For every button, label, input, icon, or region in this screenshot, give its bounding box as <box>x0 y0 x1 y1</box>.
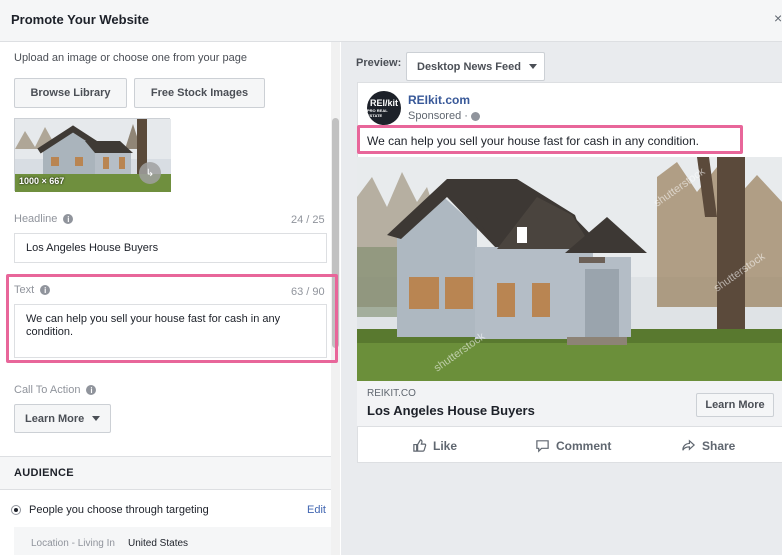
audience-section-header: AUDIENCE <box>0 456 331 490</box>
location-key: Location - Living In <box>31 538 115 549</box>
close-icon[interactable]: × <box>774 10 782 26</box>
upload-hint: Upload an image or choose one from your … <box>14 52 247 64</box>
modal-header: Promote Your Website × <box>0 0 782 42</box>
preview-label: Preview: <box>356 57 402 69</box>
cta-dropdown-value: Learn More <box>25 412 85 425</box>
placement-value: Desktop News Feed <box>417 60 521 73</box>
thumbs-up-icon <box>413 439 427 452</box>
headline-label-text: Headline <box>14 213 58 225</box>
image-crop-icon[interactable]: ↳ <box>139 162 161 184</box>
headline-counter: 24 / 25 <box>291 214 325 226</box>
sponsored-text: Sponsored · <box>408 110 468 122</box>
text-field-highlight <box>6 274 338 363</box>
share-icon <box>682 439 696 451</box>
globe-icon <box>470 111 480 121</box>
share-action[interactable]: Share <box>681 438 735 453</box>
edit-audience-link[interactable]: Edit <box>307 504 326 516</box>
browse-library-button[interactable]: Browse Library <box>14 78 127 108</box>
location-value: United States <box>128 538 189 549</box>
cta-label-text: Call To Action <box>14 384 81 396</box>
placement-dropdown[interactable]: Desktop News Feed <box>406 52 545 81</box>
share-label: Share <box>702 438 736 453</box>
free-stock-images-button[interactable]: Free Stock Images <box>134 78 265 108</box>
page-logo[interactable]: REI/kit PRO REAL ESTATE <box>367 91 401 125</box>
caret-down-icon <box>92 416 101 421</box>
info-icon[interactable]: i <box>86 385 97 395</box>
link-title[interactable]: Los Angeles House Buyers <box>367 403 535 418</box>
logo-subtext: PRO REAL ESTATE <box>367 107 388 118</box>
audience-section-title: AUDIENCE <box>14 467 74 479</box>
targeting-radio[interactable] <box>11 505 21 515</box>
comment-label: Comment <box>556 438 612 453</box>
like-label: Like <box>433 438 458 453</box>
selected-image-thumbnail[interactable]: 1000 × 667 ↳ <box>14 118 171 192</box>
image-dimensions: 1000 × 667 <box>19 176 65 186</box>
location-row: Location - Living In United States <box>14 527 331 555</box>
page-name-link[interactable]: REIkit.com <box>408 93 470 107</box>
sponsored-label: Sponsored · <box>408 110 480 122</box>
link-domain: REIKIT.CO <box>367 388 416 399</box>
comment-icon <box>536 440 549 453</box>
house-ad-image[interactable]: shutterstock shutterstock shutterstock <box>357 157 782 381</box>
learn-more-button[interactable]: Learn More <box>696 393 774 417</box>
headline-input[interactable]: Los Angeles House Buyers <box>14 233 327 263</box>
modal-title: Promote Your Website <box>11 12 149 27</box>
caret-down-icon <box>528 64 537 69</box>
headline-label: Headline i <box>14 213 74 225</box>
info-icon[interactable]: i <box>63 214 74 224</box>
targeting-option-label: People you choose through targeting <box>29 504 209 516</box>
like-action[interactable]: Like <box>412 438 457 453</box>
cta-dropdown[interactable]: Learn More <box>14 404 111 433</box>
cta-label: Call To Action i <box>14 384 97 396</box>
comment-action[interactable]: Comment <box>535 438 611 453</box>
post-text-highlight <box>357 125 743 154</box>
logo-text: REI/kit <box>369 97 398 108</box>
